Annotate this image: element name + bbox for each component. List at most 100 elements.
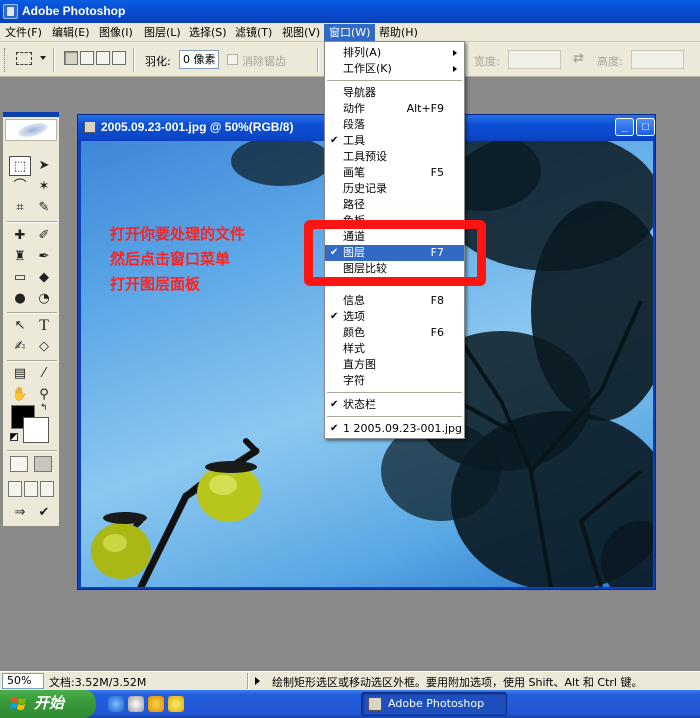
height-input[interactable] [631, 50, 684, 69]
rect-marquee-preset-icon[interactable] [16, 52, 32, 65]
annotation-line-1: 打开你要处理的文件 [110, 225, 246, 243]
edit-in-imageready-icon[interactable]: ✔ [33, 503, 55, 523]
menu-item-styles[interactable]: 样式 [325, 341, 464, 357]
zoom-field[interactable]: 50% [2, 673, 44, 689]
menu-item-open-document[interactable]: ✔ 1 2005.09.23-001.jpg [325, 421, 464, 437]
menu-item-paths[interactable]: 路径 [325, 197, 464, 213]
standard-mode-button[interactable] [10, 456, 28, 472]
start-label: 开始 [34, 695, 65, 712]
default-colors-icon[interactable] [10, 433, 18, 441]
minimize-button[interactable]: _ [615, 118, 634, 136]
maximize-button[interactable]: □ [636, 118, 655, 136]
taskbar-item-photoshop[interactable]: Adobe Photoshop [361, 692, 507, 716]
screen-mode-full-menu-button[interactable] [24, 481, 38, 497]
zoom-tool-icon[interactable]: ⚲ [33, 385, 55, 405]
start-button[interactable]: 开始 [0, 690, 96, 718]
menu-item-color[interactable]: 颜色 F6 [325, 325, 464, 341]
checkmark-icon: ✔ [330, 311, 339, 322]
slice-tool-icon[interactable]: ✎ [33, 198, 55, 218]
feather-label: 羽化: [145, 55, 171, 68]
menu-item-actions[interactable]: 动作 Alt+F9 [325, 101, 464, 117]
width-input[interactable] [508, 50, 561, 69]
options-bar-grip[interactable] [4, 48, 7, 72]
brush-tool-icon[interactable]: ✐ [33, 226, 55, 246]
intersect-selection-button[interactable] [112, 51, 126, 65]
menu-item-navigator[interactable]: 导航器 [325, 85, 464, 101]
swap-colors-icon[interactable]: ↰ [40, 403, 48, 413]
history-brush-icon[interactable]: ✒ [33, 247, 55, 267]
checkmark-icon: ✔ [330, 399, 339, 410]
menu-item-info[interactable]: 信息 F8 [325, 293, 464, 309]
healing-brush-icon[interactable]: ✚ [9, 226, 31, 246]
status-bar: 50% 文档:3.52M/3.52M 绘制矩形选区或移动选区外框。要用附加选项，… [0, 671, 700, 690]
antialias-checkbox[interactable] [227, 54, 238, 65]
divider [7, 312, 57, 314]
menu-image[interactable]: 图像(I) [94, 24, 138, 41]
add-selection-button[interactable] [80, 51, 94, 65]
pen-tool-icon[interactable]: ✍ [9, 337, 31, 357]
menu-select[interactable]: 选择(S) [184, 24, 232, 41]
menu-filter[interactable]: 滤镜(T) [230, 24, 277, 41]
menu-item-tools[interactable]: ✔ 工具 [325, 133, 464, 149]
screen-mode-full-button[interactable] [40, 481, 54, 497]
height-label: 高度: [597, 55, 623, 68]
menu-window[interactable]: 窗口(W) [324, 24, 376, 41]
screen-mode-standard-button[interactable] [8, 481, 22, 497]
status-menu-arrow-icon[interactable] [255, 677, 260, 685]
blur-tool-icon[interactable]: ● [9, 289, 31, 309]
divider [7, 360, 57, 362]
hand-tool-icon[interactable]: ✋ [9, 385, 31, 405]
imageready-jump-icon[interactable]: ⇒ [9, 503, 31, 523]
menu-item-paragraph[interactable]: 段落 [325, 117, 464, 133]
desktop-icon[interactable] [128, 696, 144, 712]
menu-item-histogram[interactable]: 直方图 [325, 357, 464, 373]
menu-item-arrange[interactable]: 排列(A) [325, 45, 464, 61]
lasso-tool-icon[interactable]: ⌒ [9, 177, 31, 197]
menu-item-status-bar[interactable]: ✔ 状态栏 [325, 397, 464, 413]
chevron-down-icon[interactable] [40, 56, 46, 60]
divider [133, 48, 135, 72]
photoshop-feather-logo[interactable] [5, 119, 57, 141]
menu-item-options[interactable]: ✔ 选项 [325, 309, 464, 325]
dodge-tool-icon[interactable]: ◔ [33, 289, 55, 309]
divider [53, 48, 55, 72]
menu-edit[interactable]: 编辑(E) [47, 24, 95, 41]
document-size: 文档:3.52M/3.52M [49, 676, 147, 689]
menu-item-character[interactable]: 字符 [325, 373, 464, 389]
menu-file[interactable]: 文件(F) [0, 24, 47, 41]
menu-help[interactable]: 帮助(H) [374, 24, 423, 41]
quick-mask-button[interactable] [34, 456, 52, 472]
toolbox-grip[interactable] [3, 112, 59, 117]
divider [317, 48, 319, 72]
menu-item-tool-presets[interactable]: 工具预设 [325, 149, 464, 165]
media-player-icon[interactable] [148, 696, 164, 712]
highlight-box [304, 220, 486, 286]
shape-tool-icon[interactable]: ◇ [33, 337, 55, 357]
paint-bucket-icon[interactable]: ◆ [33, 268, 55, 288]
move-tool-icon[interactable]: ➤ [33, 156, 55, 176]
menu-layer[interactable]: 图层(L) [139, 24, 186, 41]
feather-input[interactable]: 0 像素 [179, 50, 219, 69]
subtract-selection-button[interactable] [96, 51, 110, 65]
swap-dimensions-icon[interactable]: ⇄ [573, 51, 584, 66]
eyedropper-tool-icon[interactable]: ⁄ [33, 364, 55, 384]
internet-explorer-icon[interactable] [108, 696, 124, 712]
menu-view[interactable]: 视图(V) [277, 24, 325, 41]
menu-bar: 文件(F) 编辑(E) 图像(I) 图层(L) 选择(S) 滤镜(T) 视图(V… [0, 23, 700, 42]
path-select-icon[interactable]: ↖ [9, 316, 31, 336]
background-color-swatch[interactable] [23, 417, 49, 443]
checkmark-icon: ✔ [330, 423, 339, 434]
marquee-tool-icon[interactable]: ⬚ [9, 156, 31, 176]
crop-tool-icon[interactable]: ⌗ [9, 198, 31, 218]
menu-separator [327, 392, 462, 394]
new-selection-button[interactable] [64, 51, 78, 65]
quick-launch-icon[interactable] [168, 696, 184, 712]
clone-stamp-icon[interactable]: ♜ [9, 247, 31, 267]
notes-tool-icon[interactable]: ▤ [9, 364, 31, 384]
type-tool-icon[interactable]: T [33, 316, 55, 336]
menu-item-workspace[interactable]: 工作区(K) [325, 61, 464, 77]
menu-item-brushes[interactable]: 画笔 F5 [325, 165, 464, 181]
menu-item-history[interactable]: 历史记录 [325, 181, 464, 197]
magic-wand-tool-icon[interactable]: ✶ [33, 177, 55, 197]
eraser-tool-icon[interactable]: ▭ [9, 268, 31, 288]
